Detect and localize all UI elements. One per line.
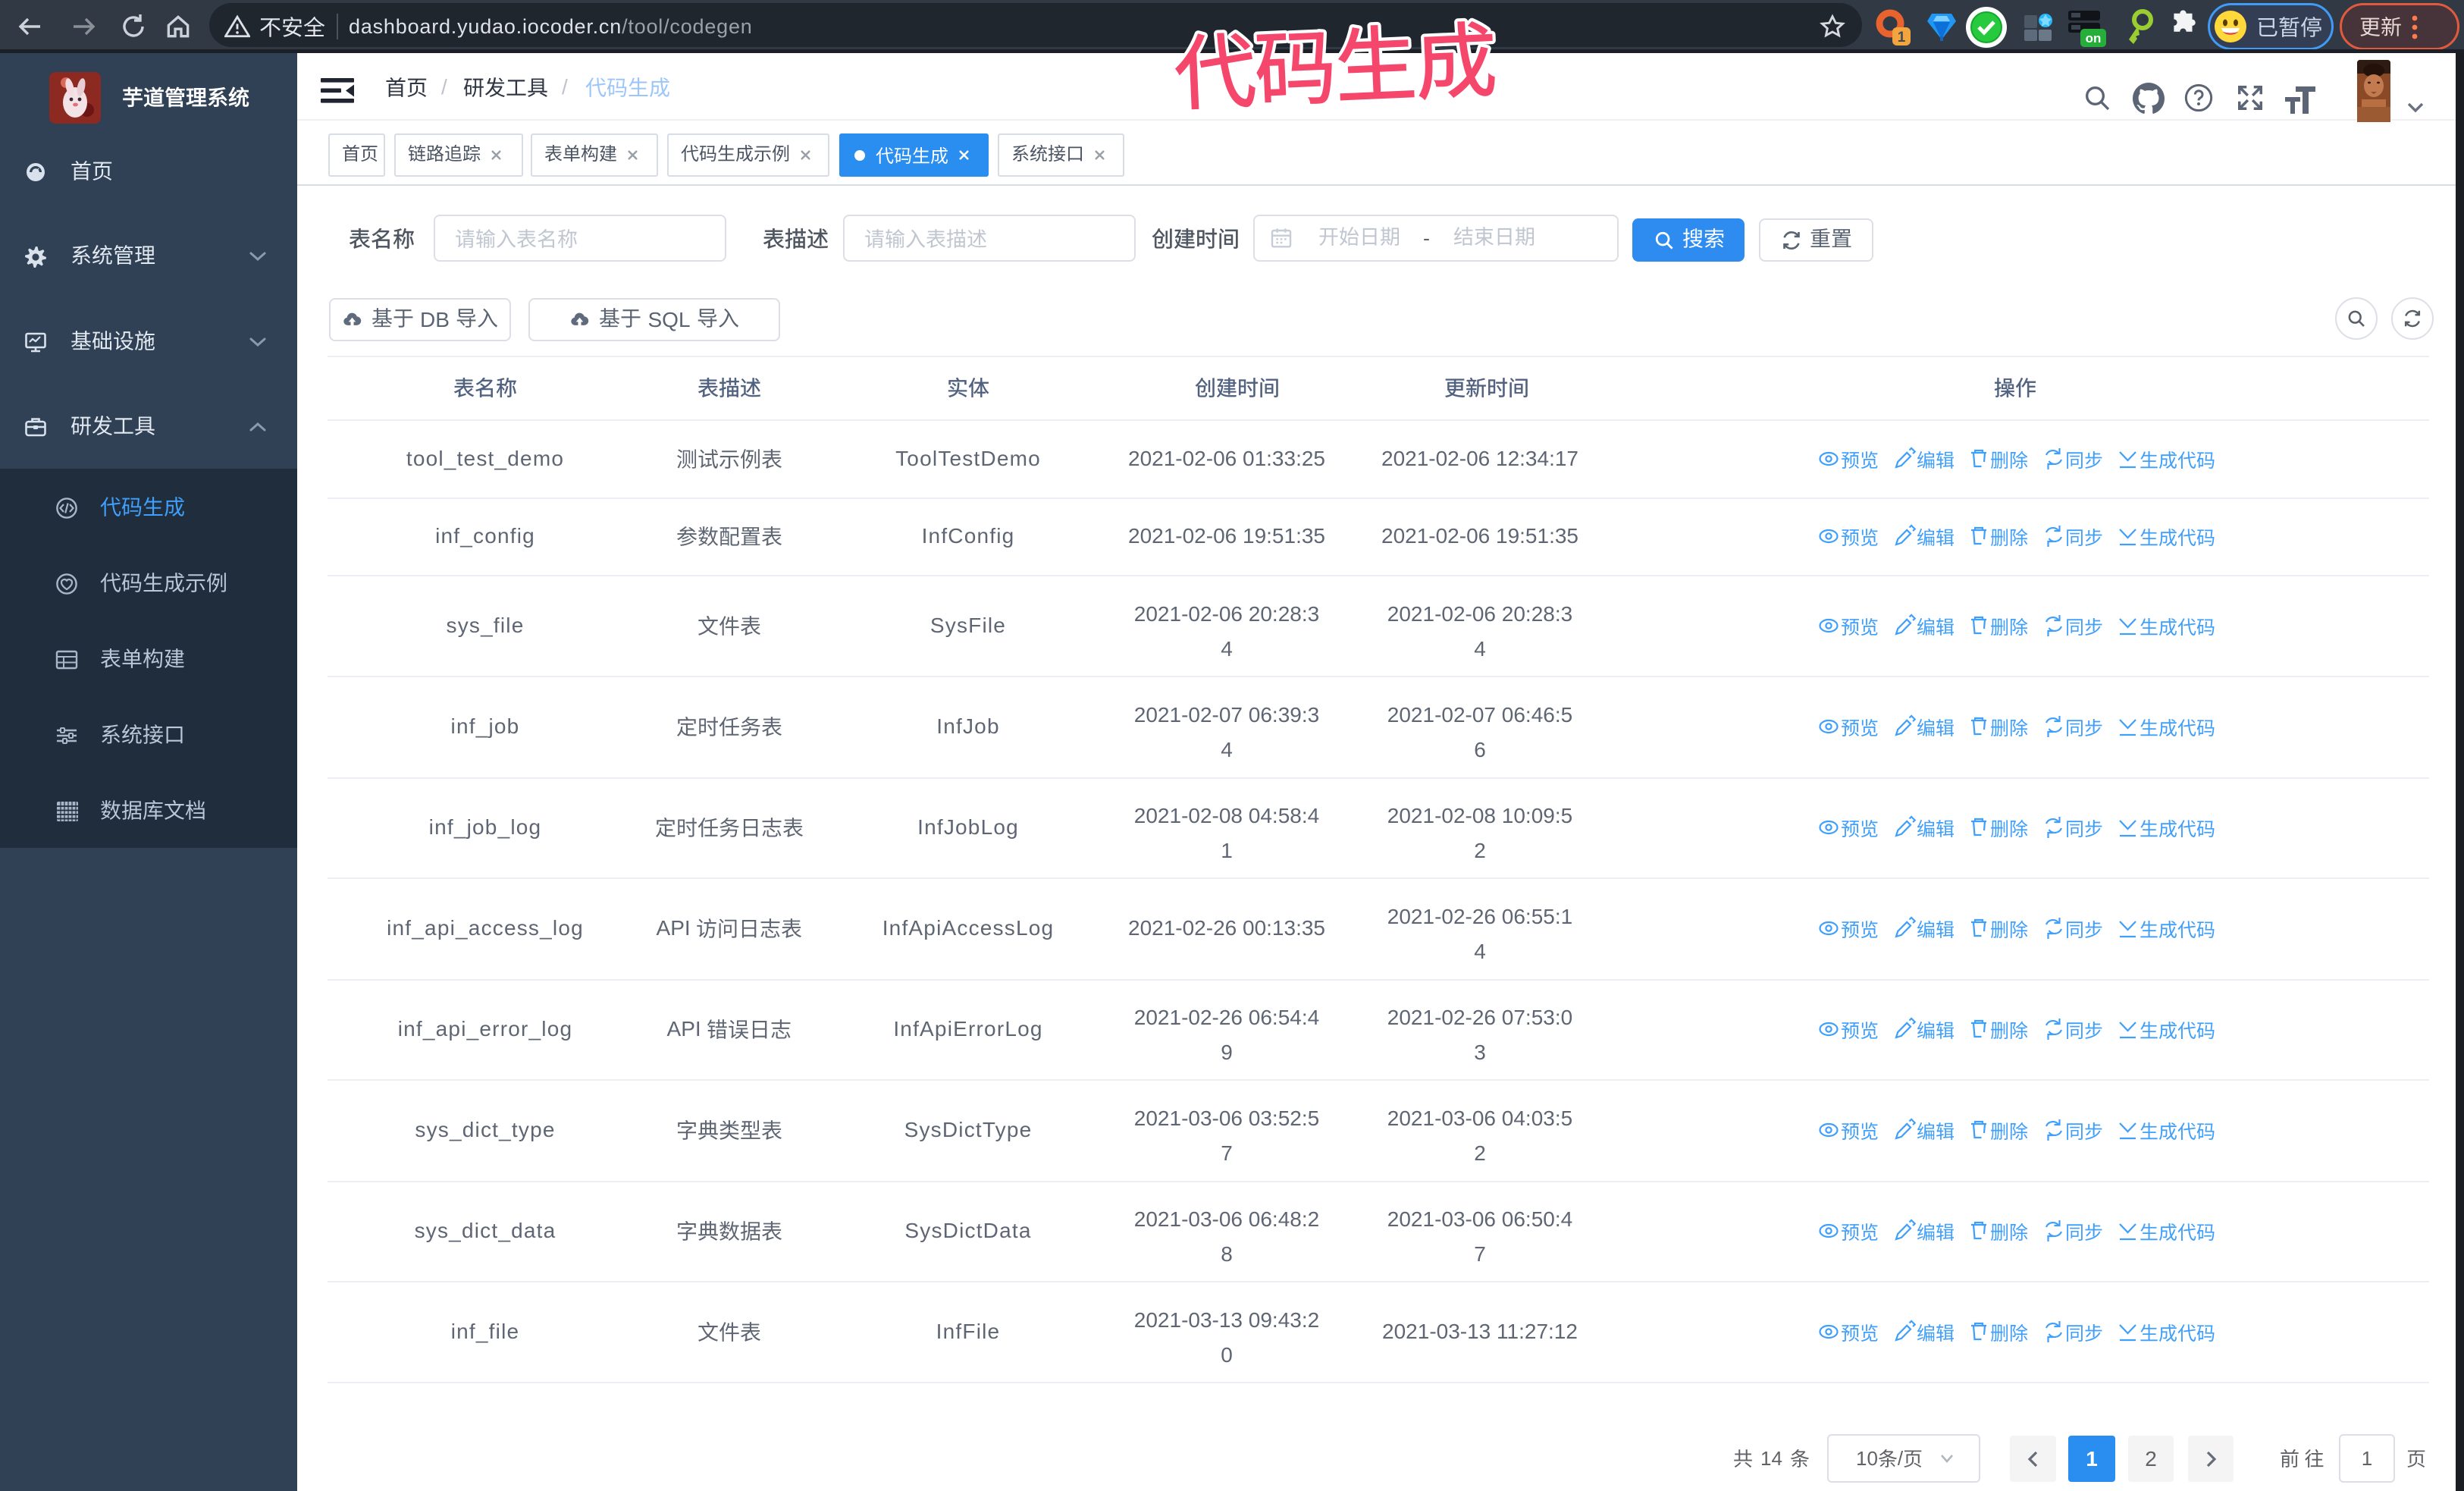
svg-text:on: on: [2086, 31, 2102, 46]
svg-text:1: 1: [1898, 30, 1906, 46]
